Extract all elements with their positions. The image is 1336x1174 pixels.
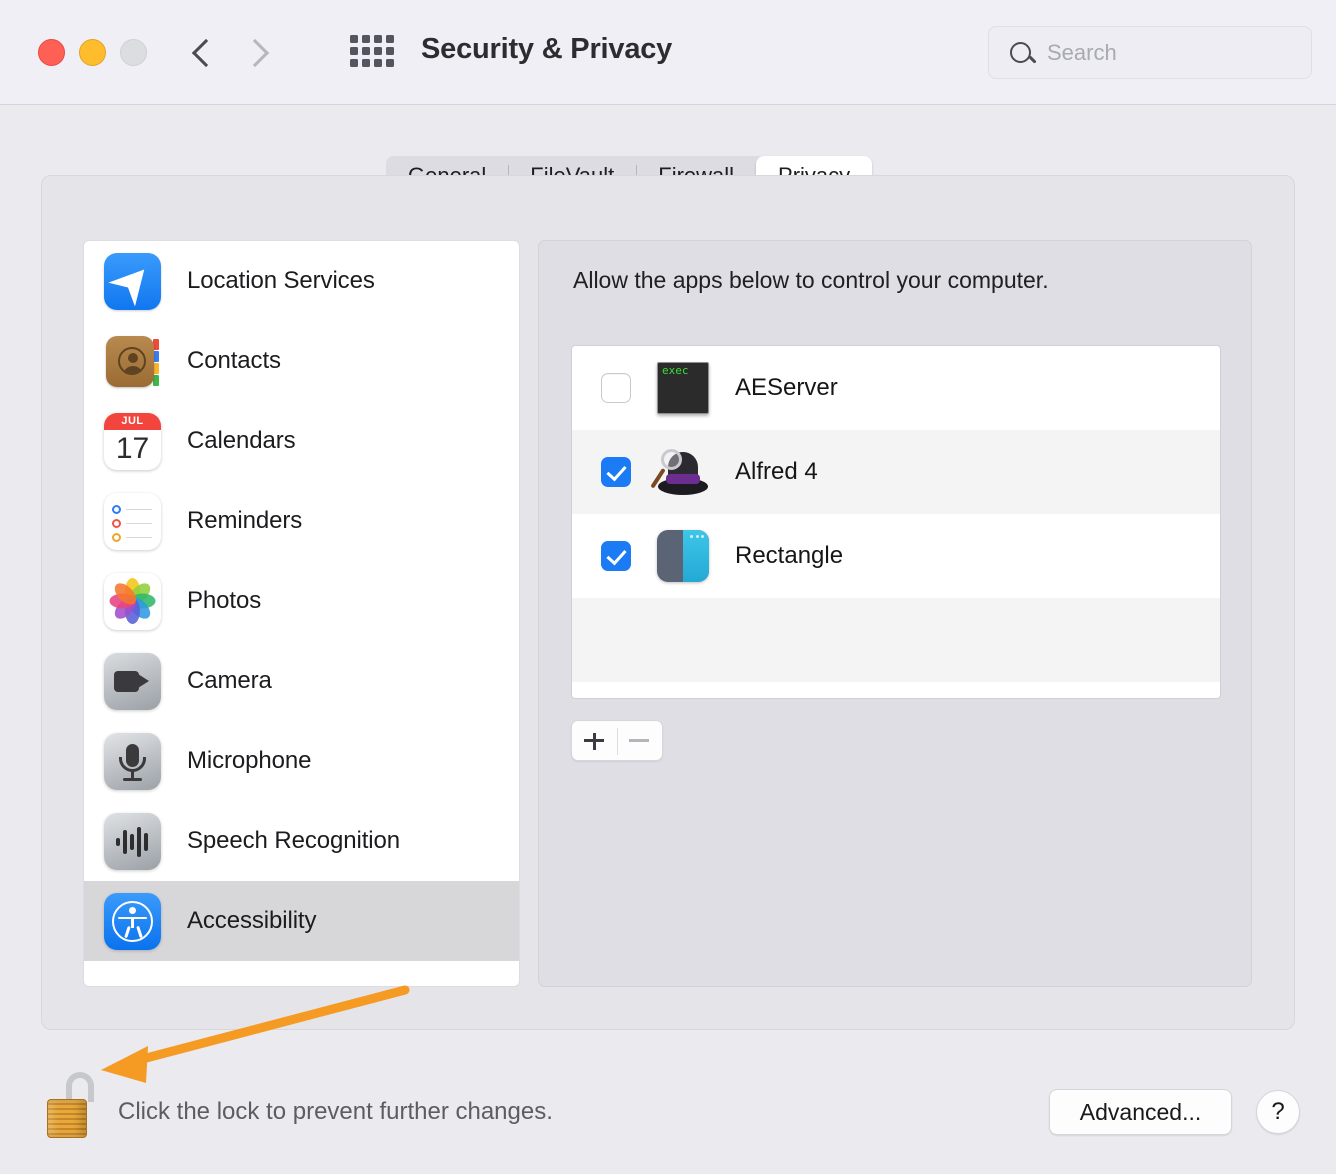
camera-icon [104,652,161,710]
sidebar-item-label: Microphone [187,747,312,774]
pane-description: Allow the apps below to control your com… [573,267,1049,293]
contacts-icon [104,333,161,390]
sidebar-item-contacts[interactable]: Contacts [84,321,519,401]
forward-arrow-icon[interactable] [244,30,270,74]
minimize-button[interactable] [79,39,106,66]
sidebar-item-location-services[interactable]: Location Services [84,241,519,321]
back-arrow-icon[interactable] [190,30,216,74]
app-name-label: Rectangle [735,542,844,569]
app-name-label: Alfred 4 [735,458,818,485]
lock-hint-text: Click the lock to prevent further change… [118,1098,553,1125]
sidebar-item-calendars[interactable]: JUL 17 Calendars [84,401,519,481]
traffic-lights [38,39,147,66]
sidebar-item-label: Camera [187,667,272,694]
privacy-category-list: Location Services Contacts JUL 17 Calend… [83,240,520,987]
terminal-exec-label: exec [662,364,689,377]
add-app-button[interactable] [572,721,617,760]
advanced-button[interactable]: Advanced... [1049,1089,1232,1135]
sidebar-item-label: Reminders [187,507,303,534]
calendar-day-label: 17 [115,431,150,465]
sidebar-item-microphone[interactable]: Microphone [84,721,519,801]
page-title: Security & Privacy [421,33,673,65]
remove-app-button[interactable] [617,721,662,760]
app-checkbox[interactable] [601,541,631,571]
sidebar-item-speech-recognition[interactable]: Speech Recognition [84,801,519,881]
app-checkbox[interactable] [601,457,631,487]
alfred-hat-icon [650,446,709,498]
show-all-grid-icon[interactable] [350,35,394,71]
calendar-month-label: JUL [104,412,161,430]
sidebar-item-label: Photos [187,587,262,614]
calendars-icon: JUL 17 [104,412,161,470]
search-field[interactable] [988,26,1312,79]
search-input[interactable] [1047,27,1297,78]
allowed-apps-list: exec AEServer Alfred 4 Rectangle [571,345,1221,699]
add-remove-app-buttons [571,720,663,761]
photos-icon [104,572,161,630]
accessibility-detail-pane: Allow the apps below to control your com… [538,240,1252,987]
sidebar-item-reminders[interactable]: Reminders [84,481,519,561]
privacy-panel: Location Services Contacts JUL 17 Calend… [41,175,1295,1030]
table-row[interactable]: exec AEServer [572,346,1220,430]
help-button[interactable]: ? [1256,1090,1300,1134]
reminders-icon [104,492,161,550]
sidebar-item-label: Speech Recognition [187,827,401,854]
window-toolbar: Security & Privacy [0,0,1336,105]
sidebar-item-label: Accessibility [187,907,317,934]
system-preferences-window: Security & Privacy General FileVault Fir… [0,0,1336,1174]
unlocked-padlock-icon[interactable] [45,1072,97,1138]
app-checkbox[interactable] [601,373,631,403]
accessibility-icon [104,892,161,950]
table-row[interactable]: Alfred 4 [572,430,1220,514]
search-icon [1010,42,1031,63]
location-services-icon [104,252,161,310]
navigation-arrows [190,30,270,74]
zoom-button[interactable] [120,39,147,66]
rectangle-app-icon [657,530,709,582]
close-button[interactable] [38,39,65,66]
sidebar-item-photos[interactable]: Photos [84,561,519,641]
app-name-label: AEServer [735,374,838,401]
sidebar-item-accessibility[interactable]: Accessibility [84,881,519,961]
sidebar-item-camera[interactable]: Camera [84,641,519,721]
aeserver-terminal-icon: exec [657,362,709,414]
sidebar-item-label: Contacts [187,347,281,374]
microphone-icon [104,732,161,790]
table-row[interactable]: Rectangle [572,514,1220,598]
table-row-empty [572,598,1220,682]
sidebar-item-label: Location Services [187,267,375,294]
speech-recognition-icon [104,812,161,870]
sidebar-item-label: Calendars [187,427,296,454]
